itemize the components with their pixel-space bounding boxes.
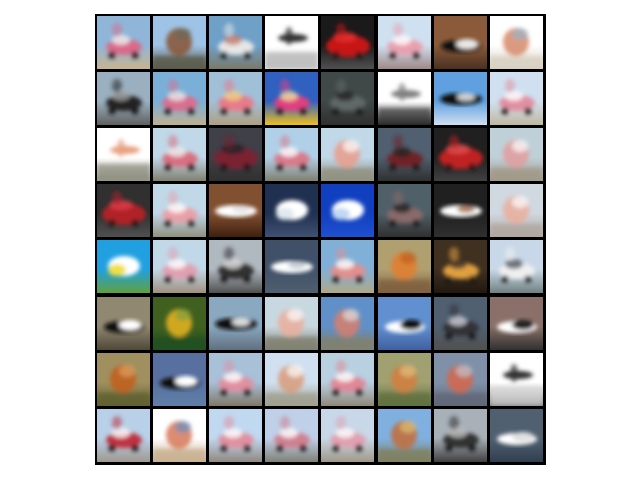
sample-tile [265, 128, 319, 182]
sample-tile [433, 128, 487, 182]
sample-tile [265, 16, 319, 69]
sample-tile [489, 352, 543, 406]
sample-tile [321, 240, 375, 294]
sample-tile [153, 184, 207, 238]
sample-tile [97, 240, 150, 294]
sample-tile [265, 240, 319, 294]
sample-tile [153, 72, 207, 126]
sample-tile [321, 128, 375, 182]
sample-tile [97, 128, 150, 182]
sample-tile [377, 184, 431, 238]
sample-tile [209, 296, 263, 350]
image-grid [95, 14, 546, 465]
sample-tile [209, 240, 263, 294]
sample-tile [321, 408, 375, 462]
sample-tile [265, 352, 319, 406]
sample-tile [97, 184, 150, 238]
sample-tile [377, 296, 431, 350]
sample-tile [489, 16, 543, 69]
sample-tile [321, 72, 375, 126]
sample-tile [433, 72, 487, 126]
sample-tile [209, 352, 263, 406]
figure-canvas [0, 0, 640, 480]
sample-tile [209, 408, 263, 462]
sample-tile [489, 408, 543, 462]
sample-tile [97, 408, 150, 462]
sample-tile [489, 184, 543, 238]
sample-tile [321, 16, 375, 69]
sample-tile [153, 16, 207, 69]
sample-tile [321, 184, 375, 238]
sample-tile [377, 72, 431, 126]
sample-tile [153, 240, 207, 294]
sample-tile [489, 72, 543, 126]
sample-tile [265, 72, 319, 126]
sample-tile [321, 296, 375, 350]
sample-tile [153, 296, 207, 350]
sample-tile [97, 16, 150, 69]
sample-tile [153, 128, 207, 182]
sample-tile [97, 352, 150, 406]
sample-tile [265, 408, 319, 462]
sample-tile [433, 16, 487, 69]
sample-tile [97, 296, 150, 350]
sample-tile [265, 184, 319, 238]
sample-tile [433, 408, 487, 462]
sample-tile [209, 128, 263, 182]
sample-tile [377, 408, 431, 462]
sample-tile [377, 128, 431, 182]
sample-tile [209, 16, 263, 69]
sample-tile [433, 184, 487, 238]
sample-tile [433, 240, 487, 294]
sample-tile [265, 296, 319, 350]
sample-tile [153, 352, 207, 406]
sample-tile [489, 240, 543, 294]
sample-tile [433, 296, 487, 350]
sample-tile [377, 16, 431, 69]
sample-tile [209, 72, 263, 126]
sample-tile [153, 408, 207, 462]
sample-tile [489, 296, 543, 350]
sample-tile [433, 352, 487, 406]
sample-tile [377, 352, 431, 406]
sample-tile [321, 352, 375, 406]
sample-tile [489, 128, 543, 182]
sample-tile [97, 72, 150, 126]
sample-tile [209, 184, 263, 238]
sample-tile [377, 240, 431, 294]
